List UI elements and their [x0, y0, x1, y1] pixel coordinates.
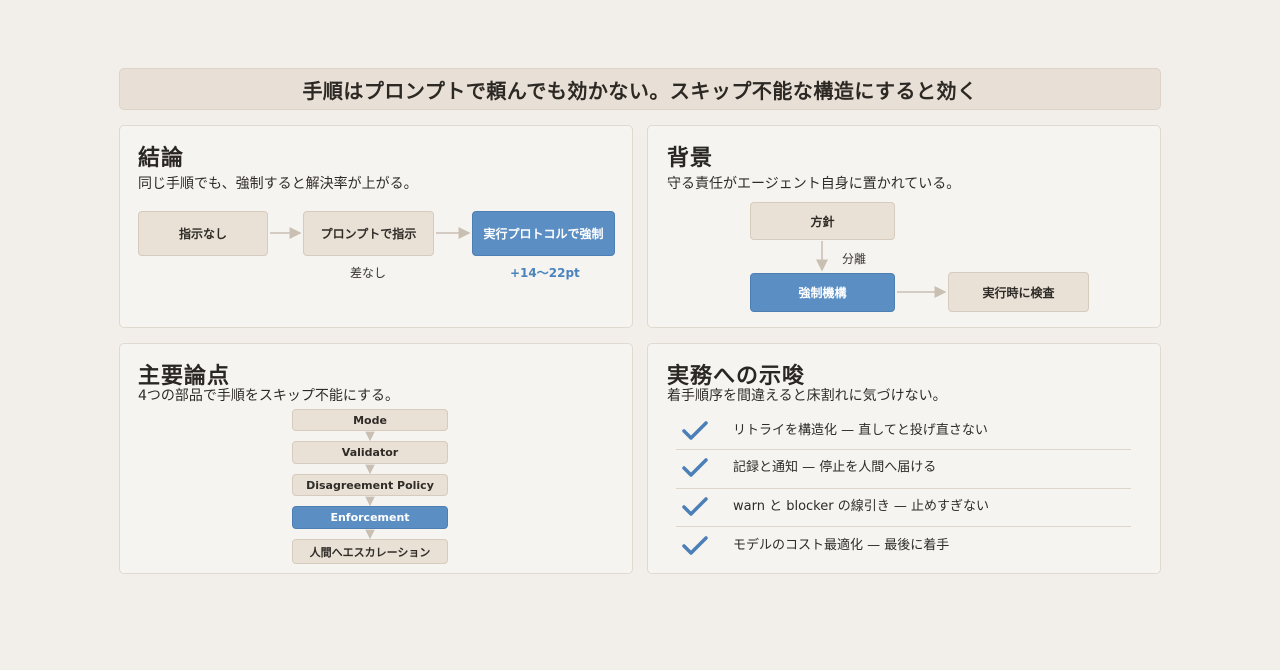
- connector-arrows: [270, 227, 947, 540]
